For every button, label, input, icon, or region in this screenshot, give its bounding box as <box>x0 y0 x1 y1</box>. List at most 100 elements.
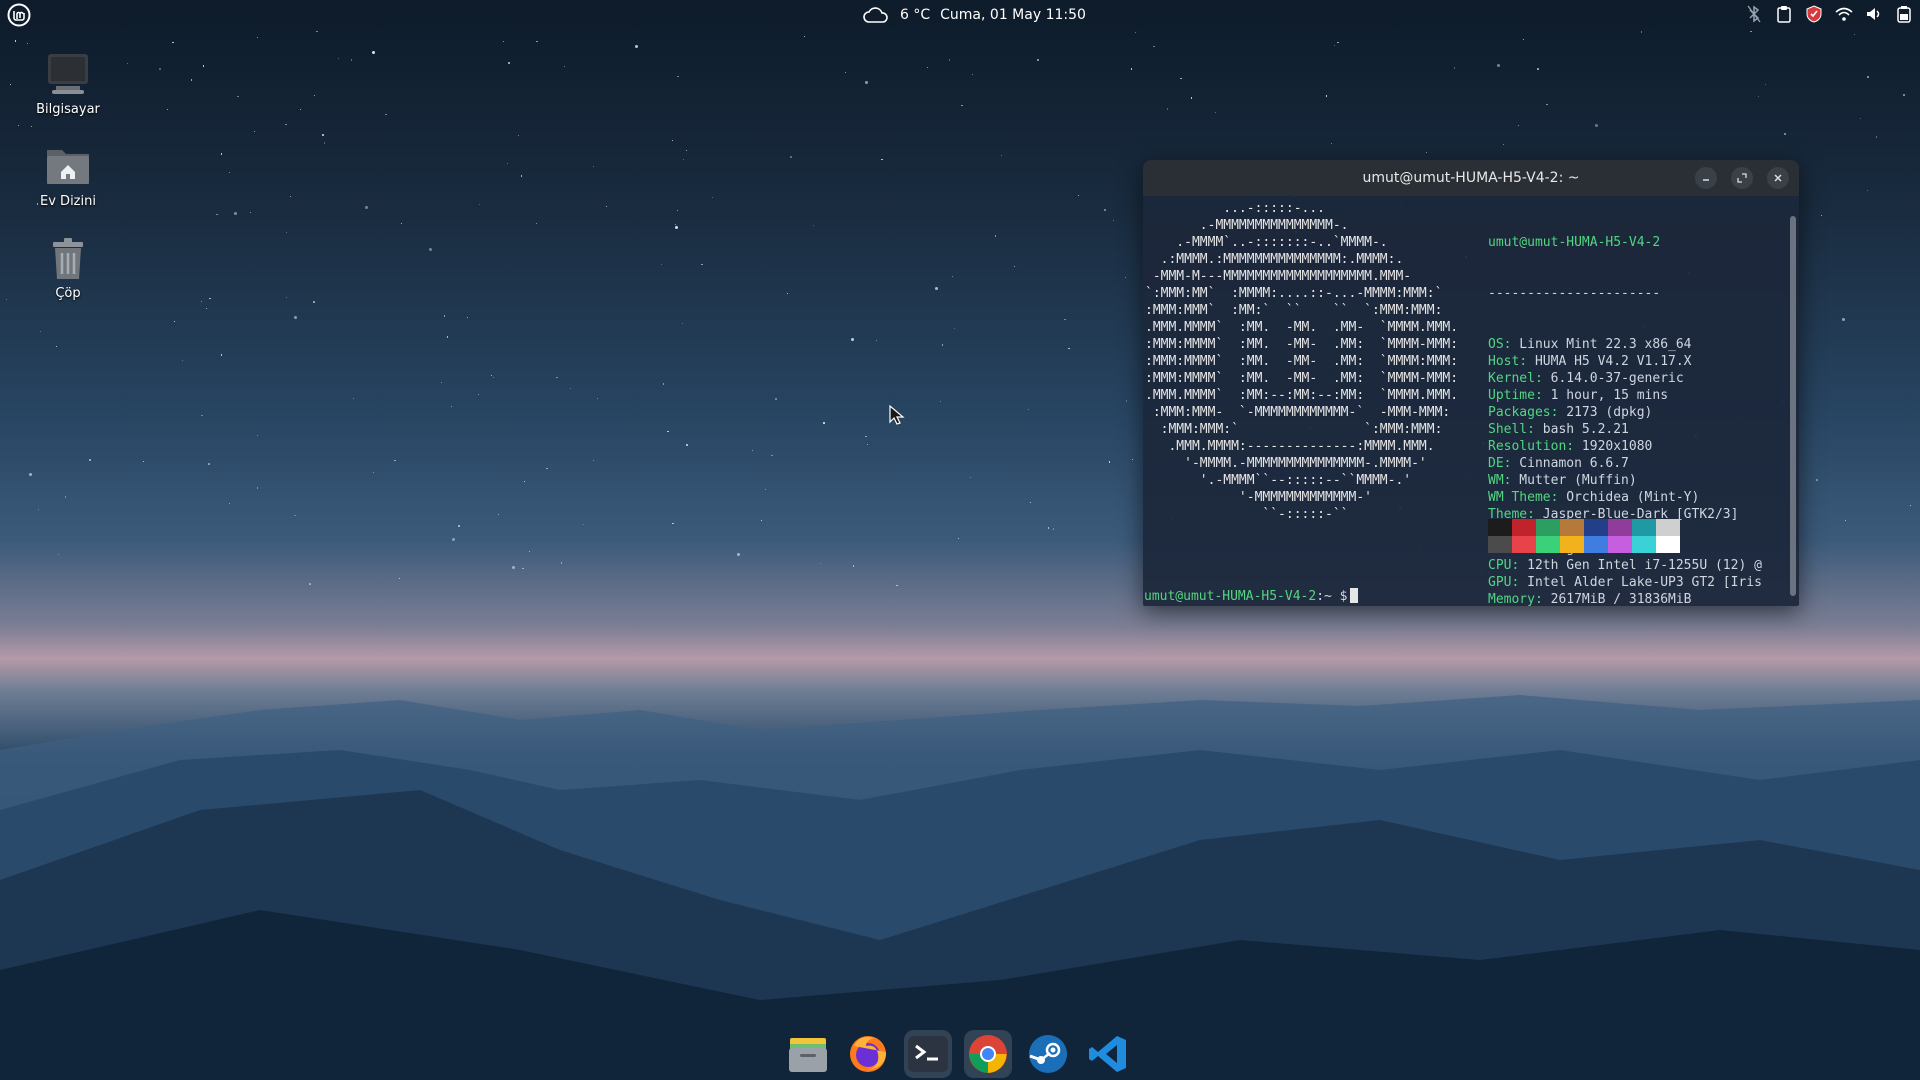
maximize-button[interactable] <box>1731 167 1753 189</box>
terminal-window[interactable]: umut@umut-HUMA-H5-V4-2: ~ ...-:::::-... … <box>1143 160 1799 606</box>
info-row: GPU: Intel Alder Lake-UP3 GT2 [Iris <box>1488 574 1762 591</box>
steam-app-icon[interactable] <box>1024 1030 1072 1078</box>
color-swatch <box>1512 536 1536 553</box>
terminal-titlebar[interactable]: umut@umut-HUMA-H5-V4-2: ~ <box>1143 160 1799 196</box>
star <box>220 153 223 155</box>
star <box>220 354 223 356</box>
close-button[interactable] <box>1767 167 1789 189</box>
desktop-icon-computer[interactable]: Bilgisayar <box>22 50 114 117</box>
info-key: OS: <box>1488 337 1512 352</box>
shell-prompt[interactable]: umut@umut-HUMA-H5-V4-2:~ $ <box>1144 588 1358 605</box>
desktop-icon-label: Ev Dizini <box>40 194 96 209</box>
info-key: WM Theme: <box>1488 490 1559 505</box>
star <box>845 72 847 74</box>
star <box>606 206 608 208</box>
terminal-app-icon[interactable] <box>904 1030 952 1078</box>
star <box>1108 461 1111 463</box>
star <box>323 142 326 144</box>
info-value: 2173 (dpkg) <box>1558 405 1653 420</box>
vscode-app-icon[interactable] <box>1084 1030 1132 1078</box>
star <box>285 123 287 126</box>
star <box>285 296 287 298</box>
info-value: 2617MiB / 31836MiB <box>1542 592 1692 606</box>
star <box>353 398 355 400</box>
trash-icon <box>44 234 92 282</box>
bluetooth-icon[interactable] <box>1744 4 1764 24</box>
desktop-icon-home[interactable]: Ev Dizini <box>22 142 114 209</box>
star <box>775 398 777 400</box>
shield-icon[interactable] <box>1804 4 1824 24</box>
battery-icon[interactable] <box>1894 4 1914 24</box>
star <box>536 40 538 43</box>
info-key: Resolution: <box>1488 439 1575 454</box>
info-row: Uptime: 1 hour, 15 mins <box>1488 387 1762 404</box>
clipboard-icon[interactable] <box>1774 4 1794 24</box>
weather-clock-area[interactable]: 6 °C Cuma, 01 May 11:50 <box>862 5 1086 25</box>
firefox-app-icon[interactable] <box>844 1030 892 1078</box>
star <box>953 328 955 330</box>
star <box>285 231 288 234</box>
info-row: WM Theme: Orchidea (Mint-Y) <box>1488 489 1762 506</box>
desktop-icon-trash[interactable]: Çöp <box>22 234 114 301</box>
color-swatch <box>1656 536 1680 553</box>
prompt-user: umut@umut-HUMA-H5-V4-2 <box>1144 589 1317 604</box>
star <box>994 235 997 237</box>
color-swatch <box>1488 519 1512 536</box>
date-time[interactable]: Cuma, 01 May 11:50 <box>940 7 1086 23</box>
star <box>803 36 805 38</box>
prompt-dir: :~ <box>1316 589 1332 604</box>
star <box>1750 30 1752 33</box>
star <box>1077 195 1079 197</box>
info-key: GPU: <box>1488 575 1520 590</box>
star <box>228 171 231 174</box>
star <box>173 320 176 323</box>
star <box>289 195 292 197</box>
star <box>443 315 446 317</box>
mint-menu-button[interactable] <box>6 3 32 27</box>
star <box>593 165 595 167</box>
chrome-app-icon[interactable] <box>964 1030 1012 1078</box>
minimize-button[interactable] <box>1695 167 1717 189</box>
star <box>466 316 468 318</box>
star <box>1028 408 1030 410</box>
star <box>190 79 193 81</box>
star <box>201 301 203 303</box>
close-icon <box>1774 174 1782 182</box>
star <box>172 41 174 44</box>
star <box>935 286 939 290</box>
info-value: Linux Mint 22.3 x86_64 <box>1511 337 1692 352</box>
star <box>249 212 251 214</box>
star <box>89 459 91 461</box>
top-panel: 6 °C Cuma, 01 May 11:50 <box>0 0 1920 30</box>
scrollbar[interactable] <box>1790 216 1796 596</box>
star <box>1131 459 1133 461</box>
star <box>1190 97 1193 99</box>
terminal-body[interactable]: ...-:::::-... .-MMMMMMMMMMMMMMM-. .-MMMM… <box>1143 196 1799 606</box>
star <box>1844 519 1847 522</box>
computer-icon <box>44 50 92 98</box>
star <box>29 473 33 477</box>
desktop-icon-label: Çöp <box>55 286 81 301</box>
star <box>927 67 929 69</box>
color-swatch <box>1488 536 1512 553</box>
star <box>582 524 584 526</box>
star <box>675 224 677 226</box>
star <box>790 156 792 158</box>
linux-mint-logo-icon <box>7 3 31 27</box>
star <box>1180 77 1182 80</box>
star <box>1052 528 1055 530</box>
info-value: 1920x1080 <box>1574 439 1653 454</box>
color-swatch <box>1656 519 1680 536</box>
star <box>322 134 324 136</box>
volume-icon[interactable] <box>1864 4 1884 24</box>
star <box>309 583 311 585</box>
wifi-icon[interactable] <box>1834 4 1854 24</box>
info-key: Host: <box>1488 354 1528 369</box>
color-swatch <box>1584 519 1608 536</box>
star <box>737 553 741 557</box>
files-app-icon[interactable] <box>784 1030 832 1078</box>
star <box>597 397 599 399</box>
weather-temperature: 6 °C <box>900 7 931 23</box>
star <box>1337 41 1339 44</box>
star <box>37 508 39 510</box>
